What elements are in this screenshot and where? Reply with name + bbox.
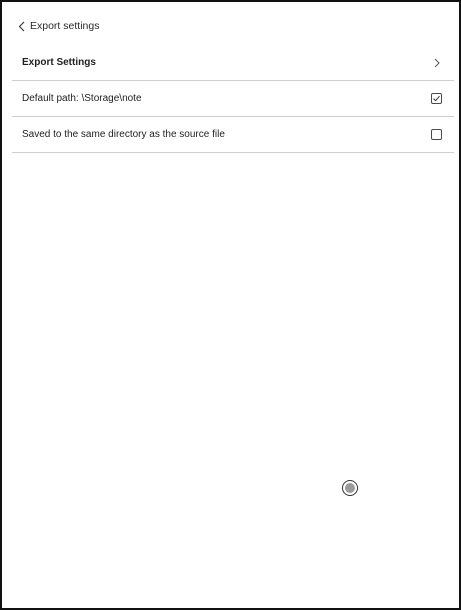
chevron-left-icon: [16, 19, 26, 33]
floating-ball-button[interactable]: [342, 480, 358, 496]
default-path-checkbox[interactable]: [431, 93, 442, 104]
export-settings-label: Export Settings: [22, 57, 96, 68]
same-directory-checkbox[interactable]: [431, 129, 442, 140]
default-path-label: Default path: \Storage\note: [22, 93, 142, 104]
checkmark-icon: [433, 95, 440, 102]
same-directory-row[interactable]: Saved to the same directory as the sourc…: [12, 117, 454, 153]
back-button[interactable]: Export settings: [16, 16, 99, 36]
chevron-right-icon: [432, 57, 442, 69]
page-title: Export settings: [30, 20, 100, 32]
floating-ball-icon: [345, 483, 355, 493]
same-directory-label: Saved to the same directory as the sourc…: [22, 129, 225, 140]
export-settings-row[interactable]: Export Settings: [12, 45, 454, 81]
default-path-row[interactable]: Default path: \Storage\note: [12, 81, 454, 117]
settings-list: Export Settings Default path: \Storage\n…: [12, 45, 454, 153]
export-settings-screen: Export settings Export Settings Default …: [0, 0, 461, 610]
